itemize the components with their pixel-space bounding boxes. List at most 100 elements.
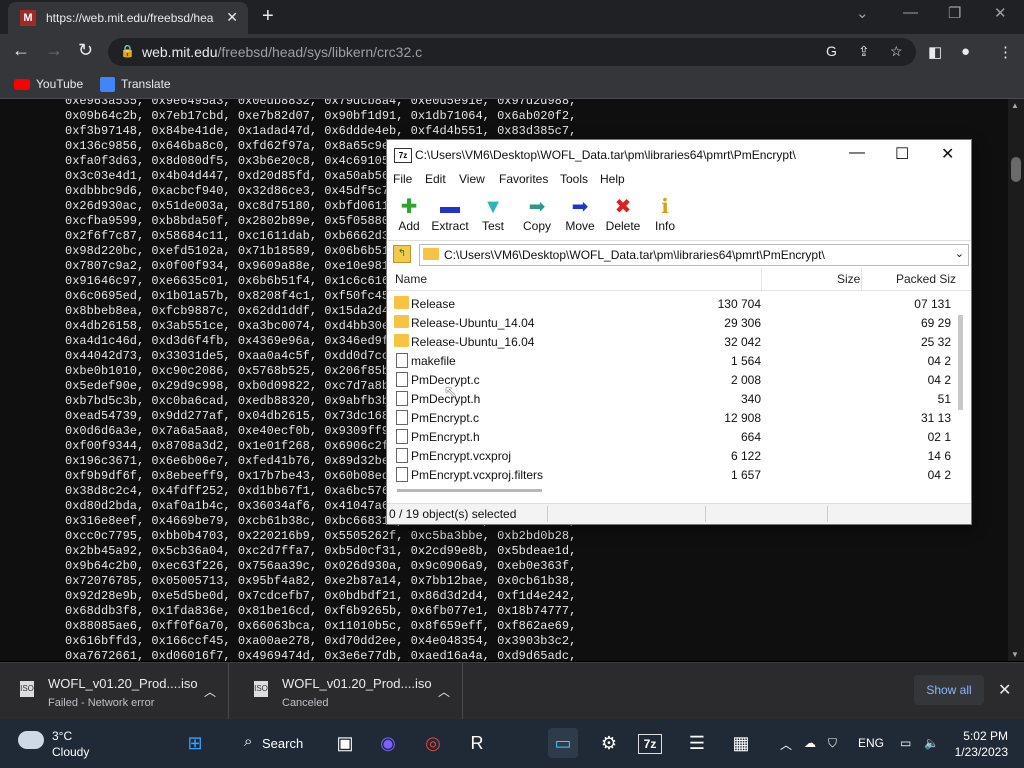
7zip-close-icon[interactable]: ✕: [941, 144, 954, 164]
bookmark-translate[interactable]: Translate: [100, 77, 171, 93]
file-row[interactable]: makefile 1 564 2 04: [387, 351, 959, 370]
volume-icon[interactable]: 🔈: [924, 736, 939, 750]
language-indicator[interactable]: ENG: [858, 736, 884, 750]
file-packed-size: 13 31: [920, 411, 951, 425]
scroll-down-icon[interactable]: ▼: [1011, 650, 1019, 659]
menu-tools[interactable]: Tools: [560, 172, 588, 186]
file-row[interactable]: PmDecrypt.c 2 008 2 04: [387, 370, 959, 389]
file-list-scrollbar[interactable]: [958, 315, 963, 410]
close-downloads-icon[interactable]: ✕: [998, 680, 1011, 700]
google-lens-icon[interactable]: G: [826, 43, 837, 59]
screen-app-icon[interactable]: ▭: [548, 728, 578, 758]
info-button[interactable]: ℹ Info: [643, 195, 687, 233]
menu-favorites[interactable]: Favorites: [499, 172, 548, 186]
file-packed-size: 2 04: [927, 354, 951, 368]
file-name: PmEncrypt.h: [411, 430, 480, 444]
extract-button[interactable]: ▬ Extract: [428, 195, 472, 233]
calendar-app-icon[interactable]: ▦: [726, 728, 756, 758]
start-icon[interactable]: ⊞: [180, 728, 210, 758]
bookmark-star-icon[interactable]: ☆: [890, 43, 903, 60]
7zip-toolbar: ✚ Add ▬ Extract ▼ Test ➡ Copy ➡ Move ✖ Delete …: [387, 190, 971, 240]
profile-icon[interactable]: ●: [961, 43, 970, 60]
menu-icon[interactable]: ⋮: [998, 43, 1013, 61]
minimize-icon[interactable]: —: [903, 4, 918, 21]
show-hidden-icons[interactable]: ︿: [780, 736, 792, 753]
url-text: web.mit.edu/freebsd/head/sys/libkern/crc…: [142, 44, 423, 60]
file-packed-size: 32 25: [920, 335, 951, 349]
file-row[interactable]: PmEncrypt.c 12 908 13 31: [387, 408, 959, 427]
bookmark-youtube[interactable]: YouTube: [14, 77, 83, 91]
menu-help[interactable]: Help: [600, 172, 625, 186]
back-icon[interactable]: ←: [12, 40, 30, 61]
chevron-up-icon[interactable]: ︿: [438, 683, 450, 700]
code-line: 0x616bffd3, 0x166ccf45, 0xa00ae278, 0xd7…: [65, 634, 577, 648]
download-item[interactable]: ISO WOFL_v01.20_Prod....iso Failed - Net…: [0, 663, 229, 719]
close-tab-icon[interactable]: ✕: [226, 9, 238, 26]
code-line: 0x88085ae6, 0xff0f6a70, 0x66063bca, 0x11…: [65, 619, 577, 633]
file-row[interactable]: PmEncrypt.vcxproj 6 122 6 14: [387, 446, 959, 465]
shield-icon[interactable]: ⛉: [828, 736, 837, 751]
chevron-up-icon[interactable]: ︿: [204, 683, 216, 700]
youtube-icon: [14, 79, 30, 91]
file-row[interactable]: PmEncrypt.vcxproj.filters 1 657 2 04: [387, 465, 959, 484]
7zip-menu-bar: File Edit View Favorites Tools Help: [387, 170, 971, 190]
search-button[interactable]: ⌕ Search: [232, 727, 310, 759]
iso-file-icon: ISO: [20, 681, 34, 697]
browser-tab[interactable]: M https://web.mit.edu/freebsd/hea ✕: [8, 2, 248, 34]
tab-search-icon[interactable]: ⌄: [856, 4, 869, 22]
forward-icon[interactable]: →: [45, 40, 63, 61]
close-window-icon[interactable]: ✕: [994, 4, 1007, 22]
restore-icon[interactable]: ❐: [948, 4, 961, 22]
7zip-path-field[interactable]: C:\Users\VM6\Desktop\WOFL_Data.tar\pm\li…: [419, 244, 969, 266]
file-name: makefile: [411, 354, 456, 368]
page-scrollbar[interactable]: [1008, 99, 1024, 661]
file-icon: [396, 372, 408, 387]
address-bar[interactable]: 🔒 web.mit.edu/freebsd/head/sys/libkern/c…: [108, 38, 916, 66]
path-dropdown-icon[interactable]: ⌄: [955, 247, 964, 260]
file-size: 340: [740, 392, 761, 406]
r-app-icon[interactable]: R: [462, 728, 492, 758]
reload-icon[interactable]: ↻: [78, 40, 93, 61]
menu-view[interactable]: View: [459, 172, 485, 186]
test-button[interactable]: ▼ Test: [471, 195, 515, 233]
side-panel-icon[interactable]: ◧: [928, 43, 942, 61]
system-clock[interactable]: 5:02 PM 1/23/2023: [955, 728, 1008, 760]
file-list-hscrollbar[interactable]: [397, 489, 542, 492]
network-app-icon[interactable]: ⚙: [594, 728, 624, 758]
teams-icon[interactable]: ◉: [373, 728, 403, 758]
file-row[interactable]: Release-Ubuntu_16.04 32 042 32 25: [387, 332, 959, 351]
7zip-taskbar-icon[interactable]: 7z: [638, 734, 662, 754]
file-row[interactable]: PmEncrypt.h 664 1 02: [387, 427, 959, 446]
move-button[interactable]: ➡ Move: [558, 195, 602, 233]
column-name[interactable]: Name: [395, 272, 427, 286]
scroll-up-icon[interactable]: ▲: [1011, 101, 1019, 110]
delete-button[interactable]: ✖ Delete: [601, 195, 645, 233]
file-size: 32 042: [724, 335, 761, 349]
folder-up-icon[interactable]: ↰: [393, 245, 411, 263]
7zip-maximize-icon[interactable]: ☐: [895, 144, 909, 164]
file-row[interactable]: Release 130 704 131 07: [387, 294, 959, 313]
search-icon: ⌕: [244, 733, 253, 750]
page-scroll-thumb[interactable]: [1011, 157, 1021, 182]
task-view-icon[interactable]: ▣: [330, 728, 360, 758]
iso-file-icon: ISO: [254, 681, 268, 697]
share-icon[interactable]: ⇪: [858, 43, 870, 60]
new-tab-icon[interactable]: +: [262, 5, 274, 28]
file-row[interactable]: Release-Ubuntu_14.04 29 306 29 69: [387, 313, 959, 332]
column-packed-size[interactable]: Packed Siz: [896, 272, 956, 286]
column-size[interactable]: Size: [837, 272, 860, 286]
download-item[interactable]: ISO WOFL_v01.20_Prod....iso Canceled ︿: [234, 663, 463, 719]
cloud-sync-icon[interactable]: ☁: [804, 736, 816, 750]
menu-file[interactable]: File: [393, 172, 412, 186]
file-row[interactable]: PmDecrypt.h 340 51: [387, 389, 959, 408]
show-all-downloads-button[interactable]: Show all: [914, 675, 984, 705]
display-icon[interactable]: ▭: [900, 736, 911, 750]
chrome-icon[interactable]: ◎: [418, 728, 448, 758]
file-icon: [396, 467, 408, 482]
7zip-minimize-icon[interactable]: —: [849, 144, 865, 162]
translate-icon: [100, 77, 115, 93]
menu-edit[interactable]: Edit: [425, 172, 446, 186]
database-icon[interactable]: ☰: [682, 728, 712, 758]
copy-button[interactable]: ➡ Copy: [515, 195, 559, 233]
add-button[interactable]: ✚ Add: [387, 195, 431, 233]
